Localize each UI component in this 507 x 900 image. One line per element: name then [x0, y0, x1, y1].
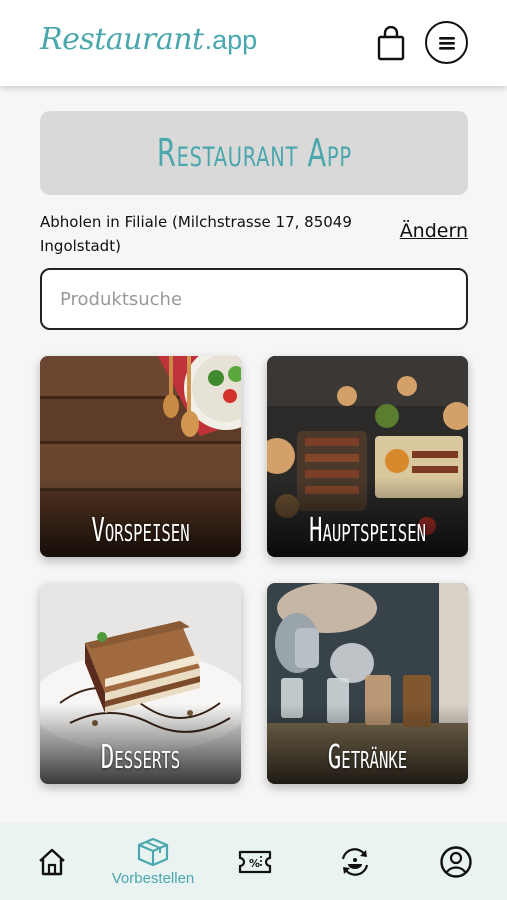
- app-header: Restaurant .app: [0, 0, 507, 86]
- account-icon: [440, 845, 472, 878]
- logo-suffix-text: .app: [204, 25, 258, 55]
- hamburger-menu-icon: [438, 36, 455, 50]
- product-search: [40, 268, 468, 330]
- category-label: Getränke: [327, 737, 408, 776]
- cart-button[interactable]: [374, 24, 408, 64]
- category-tile-vorspeisen[interactable]: Vorspeisen: [40, 356, 241, 557]
- product-search-input[interactable]: [42, 270, 466, 328]
- category-label: Vorspeisen: [91, 510, 190, 549]
- nav-vorbestellen-label: Vorbestellen: [111, 870, 195, 887]
- category-tile-hauptspeisen[interactable]: Hauptspeisen: [267, 356, 468, 557]
- banner-title: Restaurant App: [156, 131, 352, 175]
- bottom-navigation: Vorbestellen %: [0, 823, 507, 900]
- change-location-link[interactable]: Ändern: [400, 220, 468, 242]
- nav-account[interactable]: [425, 823, 487, 900]
- nav-home[interactable]: [22, 823, 82, 900]
- restaurant-banner: Restaurant App: [40, 111, 468, 195]
- menu-button[interactable]: [425, 21, 468, 64]
- category-label: Desserts: [100, 737, 181, 776]
- category-tile-desserts[interactable]: Desserts: [40, 583, 241, 784]
- pickup-location: Abholen in Filiale (Milchstrasse 17, 850…: [40, 208, 468, 258]
- shopping-bag-icon: [377, 26, 405, 61]
- home-icon: [39, 848, 65, 875]
- refresh-dish-icon: [341, 847, 369, 876]
- coupon-icon: %: [238, 850, 272, 873]
- nav-coupons[interactable]: %: [225, 823, 285, 900]
- category-label: Hauptspeisen: [308, 510, 427, 549]
- box-icon: [137, 837, 169, 867]
- nav-reorder[interactable]: [324, 823, 386, 900]
- category-tile-getraenke[interactable]: Getränke: [267, 583, 468, 784]
- pickup-location-text: Abholen in Filiale (Milchstrasse 17, 850…: [40, 213, 352, 255]
- svg-text:%: %: [249, 857, 260, 870]
- nav-vorbestellen[interactable]: Vorbestellen: [100, 823, 206, 900]
- logo-main-text: Restaurant: [40, 22, 204, 57]
- app-logo[interactable]: Restaurant .app: [40, 22, 257, 66]
